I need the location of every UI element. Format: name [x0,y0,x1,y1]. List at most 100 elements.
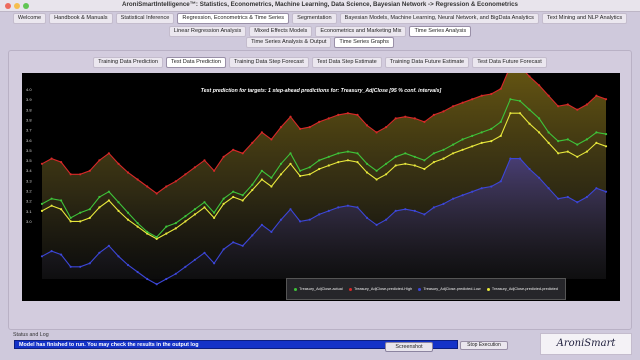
series-point-3 [461,148,464,151]
series-point-2 [432,206,435,209]
series-point-0 [404,152,407,155]
series-point-1 [385,126,388,129]
main-tab-1[interactable]: Handbook & Manuals [49,13,113,24]
series-point-1 [413,117,416,120]
series-point-0 [98,195,101,199]
series-point-3 [289,162,292,165]
series-point-2 [213,262,216,265]
series-point-3 [557,152,560,155]
series-point-3 [279,173,283,176]
series-point-1 [232,148,235,151]
series-point-0 [117,201,120,204]
series-point-0 [289,152,292,155]
series-point-1 [79,173,82,176]
legend-marker [418,287,422,291]
series-point-1 [50,157,53,160]
main-tab-2[interactable]: Statistical Inference [115,13,175,24]
series-point-1 [260,131,263,134]
series-point-1 [595,94,598,97]
sub-tab-1[interactable]: Mixed Effects Models [249,26,313,37]
series-point-1 [480,94,483,97]
legend-marker [348,287,352,291]
sub-tab-0[interactable]: Linear Regression Analysis [168,26,247,37]
graph-tab-0[interactable]: Training Data Prediction [93,57,163,68]
graph-tab-5[interactable]: Test Data Future Forecast [472,57,547,68]
screenshot-button[interactable]: Screenshot [385,342,433,352]
series-point-0 [480,131,483,134]
series-point-1 [60,161,63,164]
series-point-2 [193,258,196,261]
series-point-1 [117,162,120,165]
y-tick-label: 3.5 [26,158,32,163]
series-point-3 [174,227,177,230]
series-point-2 [346,204,349,207]
series-point-3 [203,206,206,209]
main-tab-6[interactable]: Text Mining and NLP Analytics [541,13,628,24]
legend-item: Treasury_AdjClose-predicted-Low [418,287,481,291]
series-point-3 [213,216,216,219]
series-point-1 [126,171,130,174]
series-point-3 [222,202,225,205]
graph-tab-1[interactable]: Test Data Prediction [165,57,226,68]
series-point-0 [490,127,493,130]
series-point-3 [452,152,455,155]
series-point-1 [576,108,579,111]
series-point-2 [270,230,273,233]
series-point-2 [126,263,130,267]
series-point-1 [604,98,608,101]
series-point-2 [385,218,388,221]
series-point-3 [165,232,168,235]
series-point-1 [557,105,560,108]
sub-tab-3[interactable]: Time Series Analysis [409,26,472,37]
series-point-2 [50,250,53,253]
status-message: Model has finished to run. You may check… [19,342,199,348]
series-point-3 [318,167,321,171]
series-point-1 [184,173,187,176]
series-point-1 [270,138,273,141]
y-tick-label: 3.2 [26,189,32,194]
series-point-1 [432,113,435,116]
series-point-0 [356,152,359,155]
series-point-0 [557,140,560,143]
series-point-1 [165,185,168,188]
graph-tab-4[interactable]: Training Data Future Estimate [384,57,470,68]
series-point-0 [60,199,63,202]
series-point-0 [509,98,512,101]
series-point-0 [193,208,196,211]
sub-tab-2[interactable]: Econometrics and Marketing Mix [315,26,407,37]
series-point-2 [518,157,522,160]
ts-tab-1[interactable]: Time Series Graphs [334,37,394,48]
graph-tab-2[interactable]: Training Data Step Forecast [229,57,309,68]
series-point-3 [432,161,435,164]
series-point-2 [279,218,283,221]
main-tab-3[interactable]: Regression, Econometrics & Time Series [177,13,290,24]
y-tick-label: 3.9 [26,97,32,102]
series-point-0 [155,236,158,239]
aronismart-logo: AroniSmart [540,333,632,355]
series-point-3 [98,206,101,209]
stop-execution-button[interactable]: Stop Execution [460,341,508,350]
series-point-3 [136,225,139,228]
main-tab-5[interactable]: Bayesian Models, Machine Learning, Neura… [339,13,539,24]
series-point-2 [318,213,321,216]
series-point-0 [413,155,416,158]
series-point-2 [98,251,101,254]
main-tab-4[interactable]: Segmentation [292,13,337,24]
main-tab-0[interactable]: Welcome [12,13,47,24]
series-point-0 [126,211,130,214]
ts-tab-0[interactable]: Time Series Analysis & Output [246,37,332,48]
series-point-0 [538,117,541,120]
series-point-2 [585,195,589,199]
series-point-0 [184,215,187,218]
series-point-1 [40,162,44,165]
series-point-1 [107,152,110,155]
series-point-2 [404,208,407,211]
series-point-1 [174,180,177,183]
series-point-0 [279,162,283,165]
status-label: Status and Log [13,332,49,338]
series-point-2 [557,197,560,200]
graph-tab-3[interactable]: Test Data Step Estimate [311,57,382,68]
series-point-0 [203,201,206,204]
series-point-3 [528,122,531,125]
series-point-1 [69,173,72,176]
